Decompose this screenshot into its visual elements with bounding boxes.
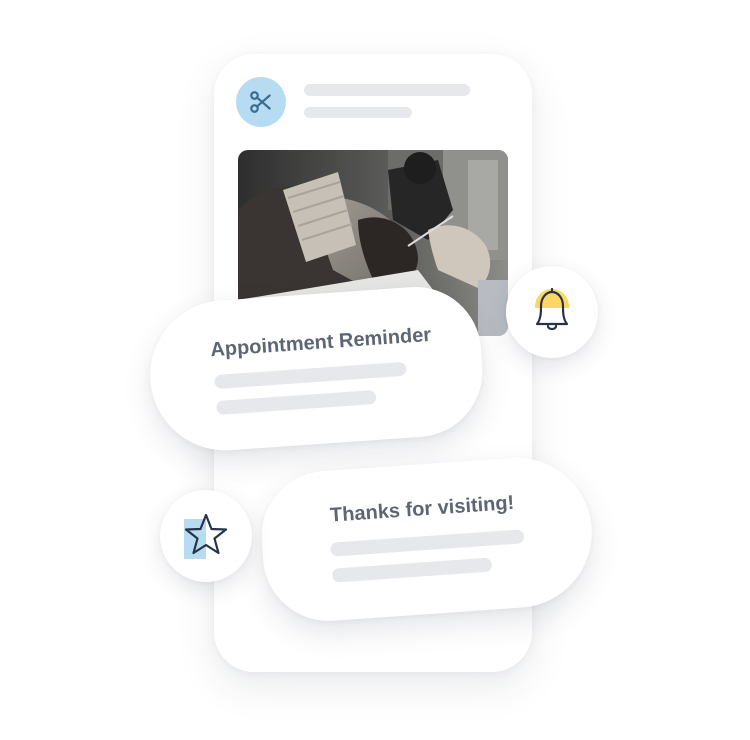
- thanks-placeholder-line-1: [330, 529, 525, 557]
- bell-icon: [535, 287, 569, 331]
- reminder-title: Appointment Reminder: [209, 323, 432, 362]
- scissors-icon: [250, 91, 271, 113]
- header-placeholder-line-2: [304, 107, 412, 118]
- appointment-reminder-card: Appointment Reminder: [145, 282, 487, 456]
- review-circle: [160, 490, 252, 582]
- reminder-placeholder-line-1: [214, 361, 407, 390]
- notification-circle: [506, 266, 598, 358]
- reminder-placeholder-line-2: [215, 389, 377, 416]
- thanks-placeholder-line-2: [331, 557, 493, 583]
- header-placeholder-line-1: [304, 84, 470, 96]
- thanks-title: Thanks for visiting!: [329, 491, 515, 527]
- thanks-card: Thanks for visiting!: [257, 452, 597, 626]
- star-icon: [184, 513, 228, 559]
- scissors-avatar: [236, 77, 286, 127]
